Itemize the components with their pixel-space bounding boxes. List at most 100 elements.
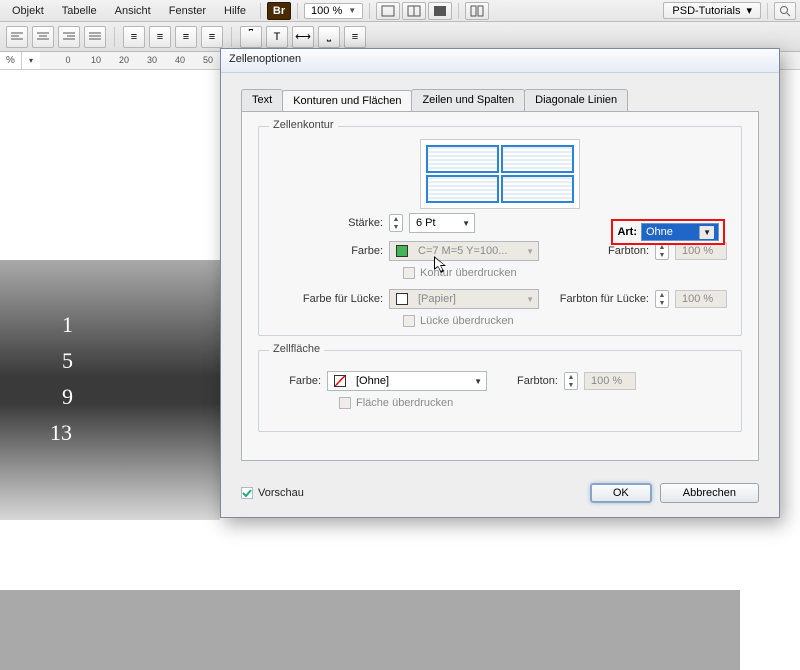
- stroke-type-highlight: Art: Ohne ▼: [611, 219, 725, 245]
- proxy-cell[interactable]: [502, 176, 573, 202]
- chevron-down-icon[interactable]: ▾: [22, 56, 40, 65]
- ok-button[interactable]: OK: [590, 483, 652, 503]
- menu-ansicht[interactable]: Ansicht: [107, 2, 159, 20]
- color-swatch-icon: [396, 245, 408, 257]
- checkbox-icon: [403, 315, 415, 327]
- menu-objekt[interactable]: Objekt: [4, 2, 52, 20]
- menu-separator: [458, 3, 459, 19]
- menu-fenster[interactable]: Fenster: [161, 2, 214, 20]
- view-mode-2-icon[interactable]: [402, 2, 426, 20]
- proxy-cell[interactable]: [427, 176, 498, 202]
- valign-middle-icon[interactable]: ⟷: [292, 26, 314, 48]
- fill-color-label: Farbe:: [273, 375, 321, 387]
- overprint-fill-label: Fläche überdrucken: [356, 397, 453, 409]
- justify-last-right-icon[interactable]: ≡: [175, 26, 197, 48]
- ruler-tick: 30: [147, 55, 157, 65]
- cell-stroke-fieldset: Zellenkontur Art: Ohne ▼ Stärke:: [258, 126, 742, 336]
- cancel-button[interactable]: Abbrechen: [660, 483, 759, 503]
- gap-color-label: Farbe für Lücke:: [273, 293, 383, 305]
- ruler-tick: 40: [175, 55, 185, 65]
- menu-separator: [260, 3, 261, 19]
- tab-strokes-fills[interactable]: Konturen und Flächen: [282, 90, 412, 112]
- justify-last-left-icon[interactable]: ≡: [123, 26, 145, 48]
- cell-options-dialog: Zellenoptionen Text Konturen und Flächen…: [220, 48, 780, 518]
- chevron-down-icon: ▼: [462, 219, 470, 228]
- fill-tint-field: 100 %: [584, 372, 636, 390]
- table-cell-value: 9: [62, 384, 73, 410]
- valign-bottom-icon[interactable]: ⎵: [318, 26, 340, 48]
- main-menu-bar: Objekt Tabelle Ansicht Fenster Hilfe Br …: [0, 0, 800, 22]
- chevron-down-icon: ▼: [348, 6, 356, 15]
- fieldset-legend: Zellenkontur: [269, 119, 338, 131]
- align-center-icon[interactable]: [32, 26, 54, 48]
- align-left-icon[interactable]: [6, 26, 28, 48]
- valign-top-icon[interactable]: ⎴: [240, 26, 262, 48]
- checkbox-icon: [241, 487, 253, 499]
- tab-diagonal[interactable]: Diagonale Linien: [524, 89, 628, 111]
- menu-hilfe[interactable]: Hilfe: [216, 2, 254, 20]
- fill-color-select[interactable]: [Ohne] ▼: [327, 371, 487, 391]
- justify-all-icon[interactable]: ≡: [201, 26, 223, 48]
- menu-separator: [767, 3, 768, 19]
- ruler-tick: 10: [91, 55, 101, 65]
- menu-tabelle[interactable]: Tabelle: [54, 2, 105, 20]
- overprint-gap-label: Lücke überdrucken: [420, 315, 514, 327]
- overprint-stroke-label: Kontur überdrucken: [420, 267, 517, 279]
- preview-checkbox[interactable]: Vorschau: [241, 487, 304, 499]
- chevron-down-icon: ▼: [526, 247, 534, 256]
- chevron-down-icon: ▾: [746, 4, 752, 17]
- checkbox-icon: [403, 267, 415, 279]
- stroke-color-value: C=7 M=5 Y=100...: [418, 245, 507, 257]
- overprint-stroke-checkbox: Kontur überdrucken: [403, 267, 517, 279]
- tab-text[interactable]: Text: [241, 89, 283, 111]
- table-cell-value: 5: [62, 348, 73, 374]
- view-mode-3-icon[interactable]: [428, 2, 452, 20]
- workspace-selector[interactable]: PSD-Tutorials ▾: [663, 2, 761, 19]
- tab-panel: Zellenkontur Art: Ohne ▼ Stärke:: [241, 111, 759, 461]
- search-icon[interactable]: [774, 2, 796, 20]
- stroke-type-select[interactable]: Ohne ▼: [641, 223, 719, 241]
- ruler-tick: 50: [203, 55, 213, 65]
- stroke-weight-spinner[interactable]: ▲▼: [389, 214, 403, 232]
- table-preview: 1 5 9 13: [0, 260, 220, 520]
- view-mode-1-icon[interactable]: [376, 2, 400, 20]
- table-cell-value: 13: [50, 420, 72, 446]
- justify-last-center-icon[interactable]: ≡: [149, 26, 171, 48]
- color-swatch-icon: [396, 293, 408, 305]
- stroke-weight-label: Stärke:: [273, 217, 383, 229]
- gap-color-value: [Papier]: [418, 293, 456, 305]
- toolbar-separator: [114, 27, 115, 47]
- proxy-cell[interactable]: [502, 146, 573, 172]
- chevron-down-icon: ▼: [474, 377, 482, 386]
- ruler-tick: 20: [119, 55, 129, 65]
- gap-tint-label: Farbton für Lücke:: [560, 293, 649, 305]
- text-rotate-icon[interactable]: T: [266, 26, 288, 48]
- valign-justify-icon[interactable]: ≡: [344, 26, 366, 48]
- stroke-color-label: Farbe:: [273, 245, 383, 257]
- justify-icon[interactable]: [84, 26, 106, 48]
- menu-separator: [297, 3, 298, 19]
- bridge-icon[interactable]: Br: [267, 2, 291, 20]
- stroke-weight-value: 6 Pt: [416, 217, 436, 229]
- proxy-cell[interactable]: [427, 146, 498, 172]
- gap-tint-spinner: ▲▼: [655, 290, 669, 308]
- stroke-tint-label: Farbton:: [608, 245, 649, 257]
- preview-label: Vorschau: [258, 487, 304, 499]
- workspace-label: PSD-Tutorials: [672, 5, 740, 17]
- ruler-unit: %: [0, 52, 22, 69]
- chevron-down-icon: ▼: [699, 226, 714, 239]
- overprint-gap-checkbox: Lücke überdrucken: [403, 315, 514, 327]
- stroke-proxy-diagram[interactable]: [420, 139, 580, 209]
- toolbar-separator: [231, 27, 232, 47]
- stroke-color-select[interactable]: C=7 M=5 Y=100... ▼: [389, 241, 539, 261]
- color-swatch-icon: [334, 375, 346, 387]
- fieldset-legend: Zellfläche: [269, 343, 324, 355]
- dialog-title: Zellenoptionen: [221, 49, 779, 73]
- cell-fill-fieldset: Zellfläche Farbe: [Ohne] ▼ Farbton: ▲▼ 1…: [258, 350, 742, 432]
- fill-tint-label: Farbton:: [517, 375, 558, 387]
- tab-rows-columns[interactable]: Zeilen und Spalten: [411, 89, 525, 111]
- align-right-icon[interactable]: [58, 26, 80, 48]
- stroke-weight-select[interactable]: 6 Pt ▼: [409, 213, 475, 233]
- zoom-selector[interactable]: 100 %▼: [304, 3, 363, 19]
- arrange-icon[interactable]: [465, 2, 489, 20]
